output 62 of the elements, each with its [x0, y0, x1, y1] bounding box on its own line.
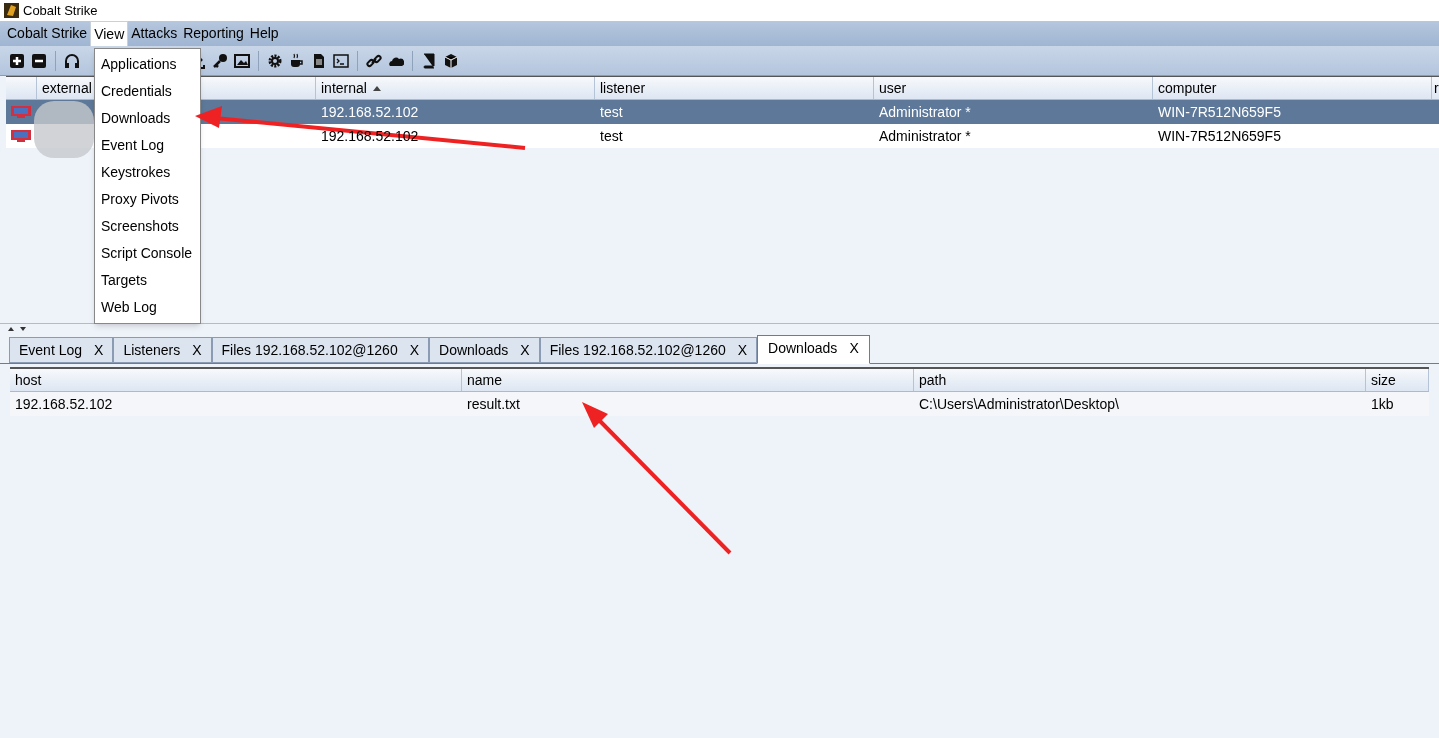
tab-close-button[interactable]: X [520, 339, 530, 361]
column-header[interactable]: size [1371, 369, 1396, 391]
table-cell-text: result.txt [466, 394, 521, 414]
key-icon[interactable] [212, 52, 228, 69]
menu-item[interactable]: Cobalt Strike [4, 21, 91, 46]
menu-entry[interactable]: Applications [95, 51, 200, 78]
tab-close-button[interactable]: X [94, 339, 104, 361]
image-icon[interactable] [234, 52, 250, 69]
tab-close-button[interactable]: X [737, 339, 748, 361]
column-header[interactable]: computer [1158, 77, 1217, 99]
table-cell-text: 1kb [1370, 394, 1395, 414]
table-cell-text: test [599, 126, 624, 146]
menu-entry[interactable]: Screenshots [95, 213, 200, 240]
monitor-icon [10, 105, 32, 119]
column-header[interactable]: r [1434, 77, 1439, 99]
terminal-icon[interactable] [333, 52, 349, 69]
tab[interactable]: Event Log X [9, 337, 114, 363]
redaction-blur [34, 101, 94, 158]
menu-entry[interactable]: Keystrokes [95, 159, 200, 186]
link-icon[interactable] [366, 52, 382, 69]
tab[interactable]: Downloads X [757, 335, 870, 364]
tab[interactable]: Files 192.168.52.102@1260 X [211, 337, 430, 363]
table-cell-text: WIN-7R512N659F5 [1157, 102, 1282, 122]
menu-entry[interactable]: Targets [95, 267, 200, 294]
tab-close-button[interactable]: X [849, 338, 859, 359]
app-logo-icon [4, 3, 19, 18]
document-icon[interactable] [311, 52, 327, 69]
menu-item[interactable]: Attacks [128, 21, 181, 46]
column-header[interactable]: internal [321, 77, 367, 99]
sort-ascending-icon[interactable] [372, 85, 381, 91]
headphones-icon[interactable] [64, 52, 80, 69]
table-cell-text: C:\Users\Administrator\Desktop\ [918, 394, 1120, 414]
table-cell-text: 192.168.52.102 [14, 394, 114, 414]
monitor-icon [10, 129, 32, 143]
column-header[interactable]: path [919, 369, 947, 391]
table-cell-text: Administrator * [878, 102, 972, 122]
tab[interactable]: Files 192.168.52.102@1260 X [539, 337, 758, 363]
gear-icon[interactable] [267, 52, 283, 69]
tab-close-button[interactable]: X [192, 339, 202, 361]
tab-close-button[interactable]: X [409, 339, 420, 361]
menu-item[interactable]: Help [246, 21, 282, 46]
window-title: Cobalt Strike [23, 1, 98, 20]
column-header[interactable]: name [467, 369, 503, 391]
cube-icon[interactable] [443, 52, 459, 69]
table-cell-text: test [599, 102, 624, 122]
menu-entry[interactable]: Web Log [95, 294, 200, 321]
menu-entry[interactable]: Proxy Pivots [95, 186, 200, 213]
tab[interactable]: Listeners X [113, 337, 212, 363]
coffee-cup-icon[interactable] [289, 52, 305, 69]
column-header[interactable]: external [42, 77, 92, 99]
table-cell-text: 192.168.52.102 [320, 102, 420, 122]
tab[interactable]: Downloads X [429, 337, 540, 363]
column-header[interactable]: host [15, 369, 42, 391]
menu-item[interactable]: View [90, 21, 129, 46]
menu-entry[interactable]: Script Console [95, 240, 200, 267]
table-cell-text: WIN-7R512N659F5 [1157, 126, 1282, 146]
column-header[interactable]: user [879, 77, 907, 99]
menu-item[interactable]: Reporting [180, 21, 247, 46]
table-cell-text: Administrator * [878, 126, 972, 146]
minus-icon[interactable] [31, 52, 47, 69]
plus-icon[interactable] [9, 52, 25, 69]
column-header[interactable]: listener [600, 77, 646, 99]
